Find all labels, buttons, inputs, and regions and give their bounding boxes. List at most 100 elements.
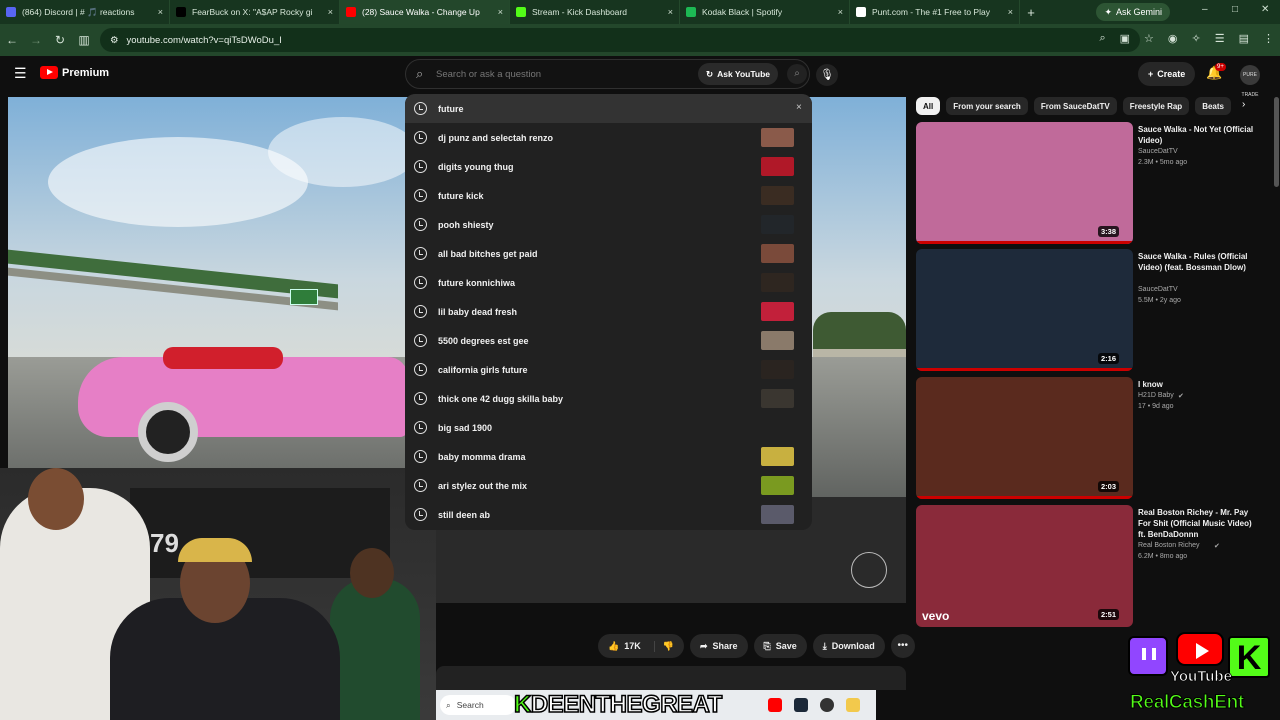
extension-icon[interactable]: ▣ bbox=[1120, 32, 1130, 45]
search-suggestion[interactable]: digits young thug bbox=[405, 152, 812, 181]
address-bar[interactable]: ⚙ youtube.com/watch?v=qiTsDWoDu_I bbox=[100, 28, 1140, 52]
search-suggestion[interactable]: future kick bbox=[405, 181, 812, 210]
browser-tab[interactable]: Punt.com - The #1 Free to Play × bbox=[850, 0, 1020, 24]
search-suggestion[interactable]: ari stylez out the mix bbox=[405, 471, 812, 500]
downloads-icon[interactable]: ▤ bbox=[1239, 32, 1249, 45]
search-input[interactable] bbox=[436, 66, 696, 82]
tab-close-icon[interactable]: × bbox=[498, 7, 503, 17]
filter-chip[interactable]: From your search bbox=[946, 97, 1028, 115]
browser-menu-icon[interactable]: ⋮ bbox=[1263, 32, 1274, 45]
browser-tab[interactable]: Stream - Kick Dashboard × bbox=[510, 0, 680, 24]
like-button[interactable]: 👍 17K 👎 bbox=[598, 634, 684, 658]
description-box[interactable] bbox=[436, 666, 906, 690]
search-suggestion[interactable]: baby momma drama bbox=[405, 442, 812, 471]
scrollbar[interactable] bbox=[1274, 97, 1279, 187]
search-suggestion[interactable]: big sad 1900 bbox=[405, 413, 812, 442]
history-icon bbox=[414, 392, 427, 405]
search-suggestion[interactable]: all bad bitches get paid bbox=[405, 239, 812, 268]
back-icon[interactable]: ← bbox=[0, 33, 24, 47]
search-suggestion[interactable]: dj punz and selectah renzo bbox=[405, 123, 812, 152]
video-meta: 17 • 9d ago bbox=[1138, 403, 1174, 410]
tab-close-icon[interactable]: × bbox=[328, 7, 333, 17]
recommended-video[interactable]: 2:16 Sauce Walka - Rules (Official Video)… bbox=[916, 249, 1266, 371]
video-title[interactable]: Real Boston Richey - Mr. Pay For Shit (O… bbox=[1138, 507, 1260, 540]
recommended-video[interactable]: 3:38 Sauce Walka - Not Yet (Official Vide… bbox=[916, 122, 1266, 244]
search-suggestion[interactable]: future × bbox=[405, 94, 812, 123]
search-button[interactable]: ⌕ bbox=[787, 64, 807, 84]
webcam-person-left-head bbox=[28, 468, 84, 530]
hamburger-menu-icon[interactable]: ☰ bbox=[14, 65, 27, 82]
extensions-puzzle-icon[interactable]: ✧ bbox=[1192, 32, 1201, 45]
filter-chip[interactable]: From SauceDatTV bbox=[1033, 97, 1117, 115]
browser-tab[interactable]: (864) Discord | # 🎵 reactions × bbox=[0, 0, 170, 24]
recommended-video[interactable]: 2:03 I know H21D Baby ✔ 17 • 9d ago bbox=[916, 377, 1266, 499]
ask-youtube-button[interactable]: ↻ Ask YouTube bbox=[698, 63, 779, 85]
search-suggestion[interactable]: lil baby dead fresh bbox=[405, 297, 812, 326]
obs-taskbar-icon[interactable] bbox=[820, 698, 834, 712]
tab-close-icon[interactable]: × bbox=[668, 7, 673, 17]
youtube-taskbar-icon[interactable] bbox=[768, 698, 782, 712]
tab-close-icon[interactable]: × bbox=[838, 7, 843, 17]
video-actions: 👍 17K 👎 ➦ Share ⎘ Save ⤓ Download ••• bbox=[598, 634, 915, 658]
bookmark-star-icon[interactable]: ☆ bbox=[1144, 32, 1154, 45]
save-button[interactable]: ⎘ Save bbox=[753, 634, 807, 658]
profile-icon[interactable]: ◉ bbox=[1168, 32, 1178, 45]
streamer-name-overlay: KDEENTHEGREAT bbox=[513, 690, 723, 719]
channel-name[interactable]: Real Boston Richey bbox=[1138, 542, 1199, 549]
browser-tab[interactable]: FearBuck on X: "A$AP Rocky gi × bbox=[170, 0, 340, 24]
suggestion-text: big sad 1900 bbox=[438, 422, 493, 433]
ask-gemini-button[interactable]: ✦ Ask Gemini bbox=[1096, 3, 1170, 21]
tab-close-icon[interactable]: × bbox=[1008, 7, 1013, 17]
recommended-video[interactable]: vevo 2:51 Real Boston Richey - Mr. Pay For… bbox=[916, 505, 1266, 627]
forward-icon[interactable]: → bbox=[24, 33, 48, 47]
steam-taskbar-icon[interactable] bbox=[794, 698, 808, 712]
channel-name[interactable]: SauceDatTV bbox=[1138, 148, 1178, 155]
search-suggestion[interactable]: california girls future bbox=[405, 355, 812, 384]
download-button[interactable]: ⤓ Download bbox=[812, 634, 885, 658]
new-tab-button[interactable]: + bbox=[1020, 5, 1042, 20]
browser-tab[interactable]: Kodak Black | Spotify × bbox=[680, 0, 850, 24]
file-explorer-taskbar-icon[interactable] bbox=[846, 698, 860, 712]
youtube-logo[interactable]: Premium bbox=[40, 66, 109, 79]
history-icon bbox=[414, 450, 427, 463]
search-suggestion[interactable]: pooh shiesty bbox=[405, 210, 812, 239]
search-suggestion[interactable]: 5500 degrees est gee bbox=[405, 326, 812, 355]
tab-favicon-icon bbox=[176, 7, 186, 17]
taskbar-search[interactable]: ⌕ Search bbox=[440, 695, 516, 715]
create-button[interactable]: + Create bbox=[1138, 62, 1196, 86]
search-suggestion[interactable]: still deen ab bbox=[405, 500, 812, 529]
video-title[interactable]: Sauce Walka - Rules (Official Video) (fe… bbox=[1138, 251, 1260, 273]
webcam-person-right bbox=[330, 578, 420, 720]
sidepanel-icon[interactable]: ▥ bbox=[72, 33, 96, 47]
browser-tab[interactable]: (28) Sauce Walka - Change Up × bbox=[340, 0, 510, 24]
watch-progress-bar bbox=[916, 496, 1133, 499]
windows-taskbar: ⌕ Search KDEENTHEGREAT bbox=[436, 690, 876, 720]
close-window-button[interactable]: ✕ bbox=[1261, 4, 1269, 15]
voice-search-icon[interactable]: 🎙 bbox=[816, 64, 838, 86]
tab-close-icon[interactable]: × bbox=[158, 7, 163, 17]
zoom-icon[interactable]: ⌕ bbox=[1099, 32, 1105, 45]
search-suggestion[interactable]: thick one 42 dugg skilla baby bbox=[405, 384, 812, 413]
site-info-icon[interactable]: ⚙ bbox=[110, 35, 119, 46]
maximize-button[interactable]: □ bbox=[1232, 4, 1238, 15]
dislike-icon[interactable]: 👎 bbox=[653, 640, 674, 652]
video-title[interactable]: Sauce Walka - Not Yet (Official Video) bbox=[1138, 124, 1260, 146]
filter-chip[interactable]: All bbox=[916, 97, 941, 115]
sliders-icon[interactable]: ☰ bbox=[1215, 32, 1225, 45]
channel-name[interactable]: H21D Baby bbox=[1138, 392, 1174, 399]
suggestion-text: california girls future bbox=[438, 364, 528, 375]
video-title[interactable]: I know bbox=[1138, 379, 1260, 390]
more-actions-button[interactable]: ••• bbox=[890, 634, 915, 658]
reload-icon[interactable]: ↻ bbox=[48, 33, 72, 47]
search-suggestion[interactable]: future konnichiwa bbox=[405, 268, 812, 297]
tab-favicon-icon bbox=[346, 7, 356, 17]
avatar[interactable]: PURE TRADE bbox=[1240, 65, 1260, 98]
filter-chip[interactable]: Freestyle Rap bbox=[1122, 97, 1190, 115]
channel-name[interactable]: SauceDatTV bbox=[1138, 286, 1178, 293]
chips-next-icon[interactable]: › bbox=[1242, 99, 1245, 110]
filter-chip[interactable]: Beats bbox=[1195, 97, 1231, 115]
share-button[interactable]: ➦ Share bbox=[689, 634, 748, 658]
duration-badge: 2:16 bbox=[1098, 353, 1120, 364]
minimize-button[interactable]: – bbox=[1202, 4, 1208, 15]
remove-suggestion-icon[interactable]: × bbox=[796, 102, 802, 113]
